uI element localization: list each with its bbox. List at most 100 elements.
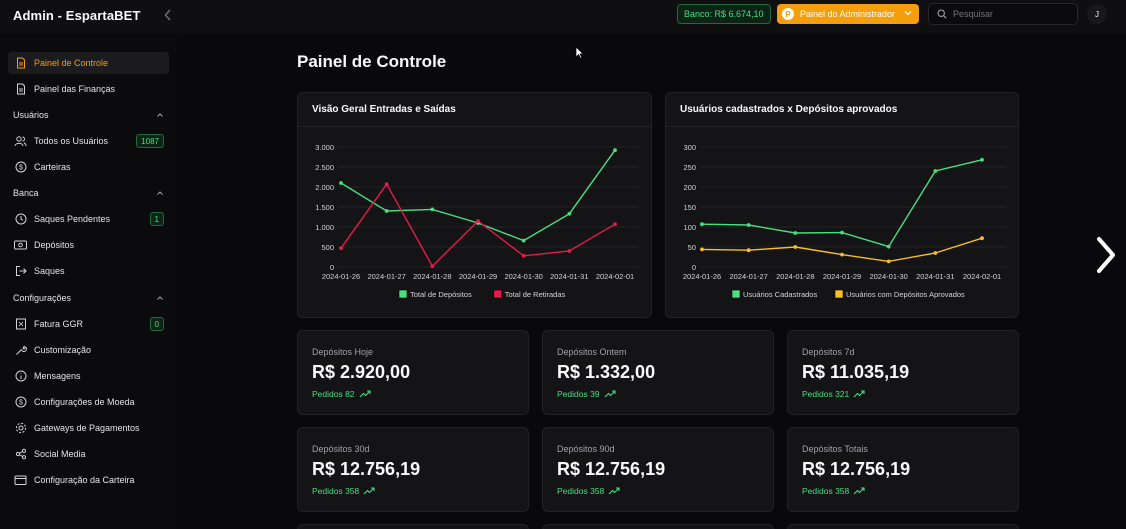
trending-up-icon	[363, 487, 375, 495]
data-point	[339, 246, 343, 251]
admin-panel-button[interactable]: P Painel do Administrador	[777, 4, 919, 24]
chart-entradas-saidas: 3.000 2.500 2.000 1.500 1.000 500 02024-01-26 2…	[315, 143, 638, 299]
stat-orders: Pedidos 321	[802, 389, 865, 399]
svg-text:$: $	[19, 400, 23, 407]
data-point	[886, 259, 891, 264]
admin-panel-label: Painel do Administrador	[800, 9, 896, 19]
trending-up-icon	[608, 487, 620, 495]
sidebar-item-social-media[interactable]: Social Media	[8, 443, 169, 465]
data-point	[933, 169, 938, 173]
pending-count-badge: 1	[149, 212, 164, 226]
search-input[interactable]	[953, 9, 1063, 19]
x-tick-label: 2024-01-29	[459, 272, 497, 281]
sidebar-item-config-carteira[interactable]: Configuração da Carteira	[8, 469, 169, 491]
sidebar-item-mensagens[interactable]: Mensagens	[8, 365, 169, 387]
invoice-count-badge: 0	[149, 317, 164, 331]
search-box[interactable]	[928, 3, 1078, 25]
sidebar-item-label: Painel das Finanças	[34, 84, 116, 94]
x-tick-label: 2024-01-31	[916, 272, 954, 281]
chevron-up-icon	[157, 113, 163, 117]
sidebar-item-label: Painel de Controle	[34, 58, 109, 68]
sidebar-item-depositos[interactable]: Depósitos	[8, 234, 169, 256]
stat-orders: Pedidos 358	[802, 486, 865, 496]
data-point	[521, 253, 526, 258]
y-tick-label: 250	[683, 163, 696, 172]
users-icon	[14, 135, 27, 148]
data-point	[793, 245, 798, 249]
legend-label: Total de Retiradas	[505, 290, 566, 299]
p-logo-icon: P	[782, 8, 794, 20]
stat-card-partial	[787, 524, 1019, 529]
users-count-badge: 1087	[136, 134, 164, 148]
y-tick-label: 1.500	[315, 203, 334, 212]
data-point	[567, 249, 572, 253]
sidebar-item-label: Saques Pendentes	[34, 214, 111, 224]
mouse-cursor-icon	[575, 46, 584, 59]
sidebar-item-label: Gateways de Pagamentos	[34, 423, 140, 433]
sidebar-item-config-moeda[interactable]: $ Configurações de Moeda	[8, 391, 169, 413]
orders-text: Pedidos 321	[802, 389, 850, 399]
sidebar-item-label: Todos os Usuários	[34, 136, 109, 146]
stat-label: Depósitos Ontem	[557, 347, 627, 357]
legend-label: Total de Depósitos	[410, 290, 472, 299]
x-tick-label: 2024-02-01	[596, 272, 634, 281]
data-point	[430, 207, 435, 212]
sidebar-item-label: Social Media	[34, 449, 86, 459]
data-point	[840, 252, 844, 257]
sidebar-item-carteiras[interactable]: $ Carteiras	[8, 156, 169, 178]
data-point	[567, 211, 572, 216]
stat-orders: Pedidos 39	[557, 389, 616, 399]
data-point	[384, 209, 389, 213]
trending-up-icon	[604, 390, 616, 398]
sidebar-item-painel-controle[interactable]: Painel de Controle	[8, 52, 169, 74]
y-tick-label: 1.000	[315, 223, 334, 232]
sidebar-item-customizacao[interactable]: Customização	[8, 339, 169, 361]
stat-value: R$ 11.035,19	[802, 362, 910, 382]
data-point	[339, 181, 343, 185]
series-line	[340, 182, 616, 268]
sidebar-item-saques[interactable]: Saques	[8, 260, 169, 282]
chart-card-usuarios-depositos: Usuários cadastrados x Depósitos aprovad…	[665, 92, 1019, 318]
data-point	[700, 247, 704, 252]
sidebar-item-todos-usuarios[interactable]: Todos os Usuários 1087	[8, 130, 169, 152]
stat-orders: Pedidos 358	[557, 486, 620, 496]
sidebar-item-painel-financas[interactable]: Painel das Finanças	[8, 78, 169, 100]
x-tick-label: 2024-01-31	[550, 272, 588, 281]
stat-orders: Pedidos 82	[312, 389, 371, 399]
chevron-down-icon	[904, 11, 912, 16]
stat-value: R$ 1.332,00	[557, 362, 656, 382]
chart-usuarios-depositos: 300 250 200 150 100 50 02024-01-26 2024-01-27 20…	[683, 143, 1006, 299]
data-point	[840, 230, 844, 235]
sidebar-section-banca[interactable]: Banca	[13, 188, 165, 198]
y-tick-label: 200	[683, 183, 696, 192]
chevron-up-icon	[157, 296, 163, 300]
orders-text: Pedidos 39	[557, 389, 600, 399]
stat-card-partial	[297, 524, 529, 529]
sidebar-item-fatura-ggr[interactable]: Fatura GGR 0	[8, 313, 169, 335]
chevron-right-icon[interactable]	[1094, 236, 1118, 274]
y-tick-label: 2.000	[315, 183, 334, 192]
user-avatar[interactable]: J	[1087, 4, 1107, 24]
legend-swatch	[493, 289, 503, 299]
x-tick-label: 2024-02-01	[963, 272, 1001, 281]
sidebar-item-gateways[interactable]: Gateways de Pagamentos	[8, 417, 169, 439]
y-tick-label: 2.500	[315, 163, 334, 172]
orders-text: Pedidos 358	[557, 486, 605, 496]
chevron-up-icon	[157, 191, 163, 195]
collapse-sidebar-button[interactable]	[160, 6, 176, 24]
orders-text: Pedidos 358	[802, 486, 850, 496]
data-point	[476, 219, 480, 223]
data-point	[700, 222, 704, 227]
y-tick-label: 0	[330, 263, 334, 272]
sidebar-section-configuracoes[interactable]: Configurações	[13, 293, 165, 303]
chevron-left-icon	[164, 9, 171, 21]
stat-label: Depósitos 7d	[802, 347, 855, 357]
sidebar-section-usuarios[interactable]: Usuários	[13, 110, 165, 120]
legend-label: Usuários Cadastrados	[743, 290, 817, 299]
x-tick-label: 2024-01-27	[729, 272, 767, 281]
data-point	[980, 157, 984, 162]
document-icon	[14, 57, 27, 70]
sidebar-item-saques-pendentes[interactable]: Saques Pendentes 1	[8, 208, 169, 230]
sidebar-item-label: Fatura GGR	[34, 319, 84, 329]
data-point	[746, 223, 751, 227]
